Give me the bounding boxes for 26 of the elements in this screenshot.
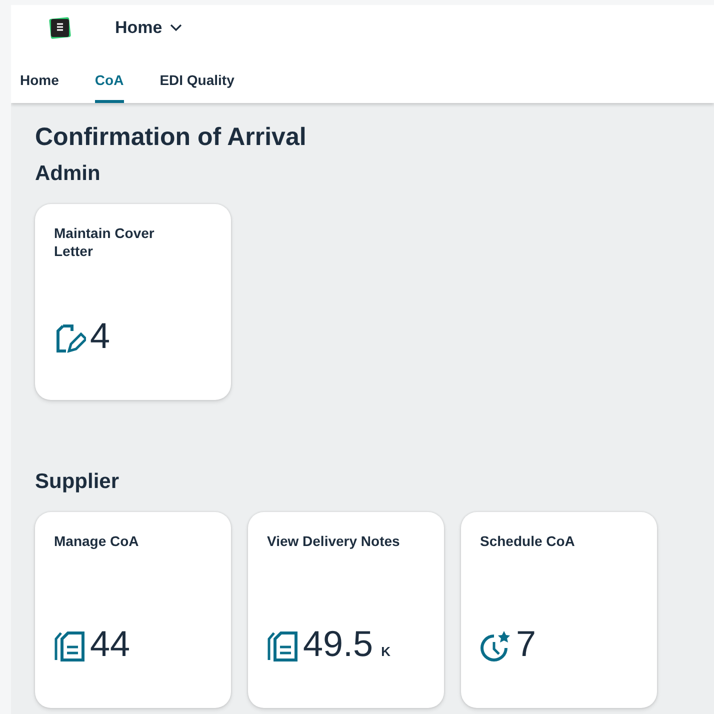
tab[interactable]: CoA	[94, 60, 124, 103]
app-tile[interactable]: Schedule CoA 7	[461, 512, 657, 708]
tile-value: 44	[90, 626, 130, 662]
section-title: Supplier	[35, 470, 120, 494]
edit-document-icon	[54, 324, 86, 354]
chevron-down-icon	[170, 24, 182, 32]
clock-star-icon	[480, 630, 512, 662]
app-tile[interactable]: Manage CoA 44	[35, 512, 231, 708]
tile-title: Schedule CoA	[480, 532, 576, 550]
value-unit: K	[381, 644, 390, 659]
tile-title: Maintain Cover Letter	[54, 224, 156, 260]
home-menu-button[interactable]: Home	[115, 18, 182, 38]
tile-title: View Delivery Notes	[267, 532, 401, 550]
tab[interactable]: Home	[20, 60, 59, 103]
tab[interactable]: EDI Quality	[160, 60, 234, 103]
section-title: Admin	[35, 162, 102, 186]
logo-icon[interactable]	[49, 16, 71, 38]
page-title: Confirmation of Arrival	[35, 123, 308, 152]
tile-title: Manage CoA	[54, 532, 140, 550]
app-tile[interactable]: View Delivery Notes 49.5 K	[248, 512, 444, 708]
tile-value: 49.5	[303, 626, 374, 662]
tile-value: 4	[90, 318, 110, 354]
documents-icon	[54, 630, 86, 662]
tile-value: 7	[516, 626, 536, 662]
documents-icon	[267, 630, 299, 662]
app-tile[interactable]: Maintain Cover Letter 4	[35, 204, 231, 400]
